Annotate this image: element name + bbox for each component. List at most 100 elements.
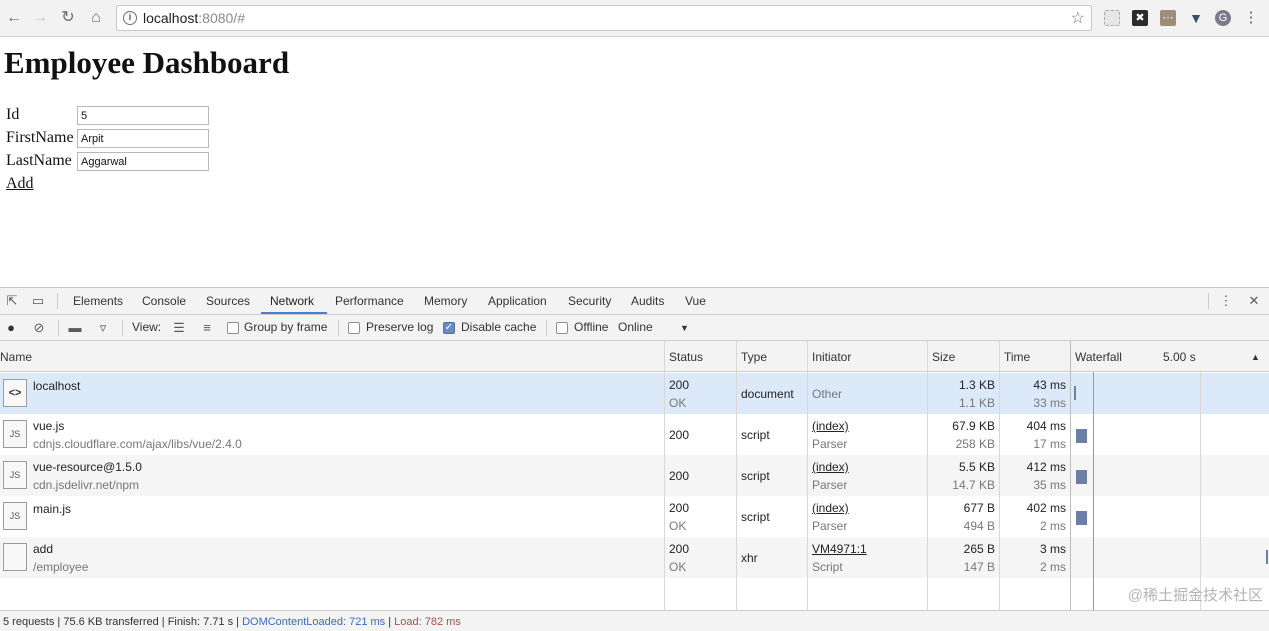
waterfall-view-icon[interactable]: ≡ bbox=[199, 320, 215, 336]
sort-ascending-icon[interactable]: ▲ bbox=[1251, 352, 1260, 362]
chevron-down-icon[interactable]: ▼ bbox=[680, 323, 689, 333]
active-tab-indicator bbox=[261, 312, 327, 314]
inspect-element-icon[interactable]: ⇱ bbox=[4, 293, 20, 309]
screenshot-camera-icon[interactable]: ▬ bbox=[67, 320, 83, 336]
size-resource: 494 B bbox=[963, 519, 995, 533]
waterfall-dom-marker bbox=[1093, 372, 1094, 610]
request-name[interactable]: main.js bbox=[33, 502, 71, 516]
url-text[interactable]: localhost:8080/# bbox=[143, 10, 245, 26]
request-type: script bbox=[741, 428, 770, 442]
filter-icon[interactable]: ▿ bbox=[95, 320, 111, 336]
initiator[interactable]: (index) bbox=[812, 460, 849, 474]
group-by-frame-checkbox[interactable] bbox=[227, 322, 239, 334]
waterfall-bar[interactable] bbox=[1266, 550, 1268, 564]
toolbar-divider bbox=[546, 320, 547, 336]
time-latency: 33 ms bbox=[1033, 396, 1066, 410]
extension-x-icon[interactable]: ✖ bbox=[1132, 10, 1148, 26]
request-name[interactable]: vue-resource@1.5.0 bbox=[33, 460, 142, 474]
tab-memory[interactable]: Memory bbox=[424, 294, 467, 308]
browser-toolbar: ← → ↻ ⌂ i localhost:8080/# ☆ ✖ ⋯ ▼ G ⋮ bbox=[0, 0, 1269, 37]
back-arrow-icon[interactable]: ← bbox=[4, 8, 24, 28]
waterfall-bar[interactable] bbox=[1076, 429, 1087, 443]
column-divider bbox=[664, 341, 665, 610]
time-latency: 2 ms bbox=[1039, 560, 1066, 574]
initiator[interactable]: (index) bbox=[812, 501, 849, 515]
address-bar[interactable]: i localhost:8080/# ☆ bbox=[116, 5, 1092, 31]
waterfall-bar[interactable] bbox=[1074, 386, 1076, 400]
script-icon: JS bbox=[3, 420, 27, 448]
column-initiator[interactable]: Initiator bbox=[812, 350, 851, 364]
initiator[interactable]: (index) bbox=[812, 419, 849, 433]
devtools-panel: ⇱ ▭ Elements Console Sources Network Per… bbox=[0, 287, 1269, 631]
firstname-input[interactable] bbox=[77, 129, 209, 148]
request-name[interactable]: localhost bbox=[33, 379, 80, 393]
column-name[interactable]: Name bbox=[0, 350, 32, 364]
size-transferred: 265 B bbox=[963, 542, 995, 556]
waterfall-bar[interactable] bbox=[1076, 511, 1087, 525]
column-divider bbox=[736, 341, 737, 610]
tab-security[interactable]: Security bbox=[568, 294, 611, 308]
tab-console[interactable]: Console bbox=[142, 294, 186, 308]
reload-icon[interactable]: ↻ bbox=[58, 8, 78, 28]
request-name[interactable]: vue.js bbox=[33, 419, 64, 433]
add-link[interactable]: Add bbox=[6, 175, 34, 193]
lastname-input[interactable] bbox=[77, 152, 209, 171]
browser-menu-icon[interactable]: ⋮ bbox=[1243, 10, 1259, 26]
id-input[interactable] bbox=[77, 106, 209, 125]
size-transferred: 5.5 KB bbox=[958, 460, 995, 474]
forward-arrow-icon[interactable]: → bbox=[30, 8, 50, 28]
column-time[interactable]: Time bbox=[1004, 350, 1030, 364]
table-row[interactable]: JS vue.js cdnjs.cloudflare.com/ajax/libs/v… bbox=[0, 414, 1269, 455]
home-icon[interactable]: ⌂ bbox=[86, 8, 106, 28]
request-name[interactable]: add bbox=[33, 542, 53, 556]
disable-cache-label: Disable cache bbox=[461, 320, 537, 334]
extension-v-icon[interactable]: ▼ bbox=[1188, 10, 1204, 26]
extension-g-icon[interactable]: G bbox=[1215, 10, 1231, 26]
preserve-log-checkbox[interactable] bbox=[348, 322, 360, 334]
toolbar-divider bbox=[57, 293, 58, 309]
table-row[interactable]: JS main.js 200 OK script (index) Parser 677 B 49… bbox=[0, 496, 1269, 537]
column-type[interactable]: Type bbox=[741, 350, 767, 364]
site-info-icon[interactable]: i bbox=[123, 11, 137, 25]
bookmark-star-icon[interactable]: ☆ bbox=[1071, 8, 1085, 28]
table-row[interactable]: <> localhost 200 OK document Other 1.3 KB 1.1 K… bbox=[0, 373, 1269, 414]
tab-vue[interactable]: Vue bbox=[685, 294, 706, 308]
extension-grid-icon[interactable] bbox=[1104, 10, 1120, 26]
tab-elements[interactable]: Elements bbox=[73, 294, 123, 308]
size-resource: 258 KB bbox=[955, 437, 995, 451]
waterfall-bar[interactable] bbox=[1076, 470, 1087, 484]
record-icon[interactable]: ● bbox=[3, 320, 19, 336]
column-size[interactable]: Size bbox=[932, 350, 955, 364]
request-type: document bbox=[741, 387, 794, 401]
devtools-tabbar: ⇱ ▭ Elements Console Sources Network Per… bbox=[0, 288, 1269, 315]
request-type: script bbox=[741, 510, 770, 524]
column-status[interactable]: Status bbox=[669, 350, 703, 364]
column-waterfall[interactable]: Waterfall bbox=[1075, 350, 1122, 364]
watermark: @稀土掘金技术社区 bbox=[1127, 587, 1263, 604]
tab-performance[interactable]: Performance bbox=[335, 294, 404, 308]
initiator[interactable]: VM4971:1 bbox=[812, 542, 867, 556]
script-icon: JS bbox=[3, 461, 27, 489]
devtools-menu-icon[interactable]: ⋮ bbox=[1218, 293, 1234, 309]
size-resource: 147 B bbox=[963, 560, 995, 574]
tab-sources[interactable]: Sources bbox=[206, 294, 250, 308]
disable-cache-checkbox[interactable]: ✓ bbox=[443, 322, 455, 334]
table-row[interactable]: add/employee 200 OK xhr VM4971:1 Script 265 B 1… bbox=[0, 537, 1269, 578]
extension-dots-icon[interactable]: ⋯ bbox=[1160, 10, 1176, 26]
throttling-select[interactable]: Online bbox=[618, 320, 653, 334]
close-icon[interactable]: ✕ bbox=[1246, 293, 1262, 309]
tab-audits[interactable]: Audits bbox=[631, 294, 664, 308]
clear-icon[interactable]: ⊘ bbox=[31, 320, 47, 336]
size-resource: 14.7 KB bbox=[952, 478, 995, 492]
table-row[interactable]: JS vue-resource@1.5.0 cdn.jsdelivr.net/npm… bbox=[0, 455, 1269, 496]
device-toolbar-icon[interactable]: ▭ bbox=[30, 293, 46, 309]
request-path: /employee bbox=[33, 560, 89, 574]
toolbar-divider bbox=[122, 320, 123, 336]
script-icon: JS bbox=[3, 502, 27, 530]
time-total: 412 ms bbox=[1026, 460, 1066, 474]
tab-application[interactable]: Application bbox=[488, 294, 547, 308]
list-view-icon[interactable]: ☰ bbox=[171, 320, 187, 336]
column-divider bbox=[1070, 341, 1071, 610]
offline-checkbox[interactable] bbox=[556, 322, 568, 334]
tab-network[interactable]: Network bbox=[270, 294, 314, 308]
